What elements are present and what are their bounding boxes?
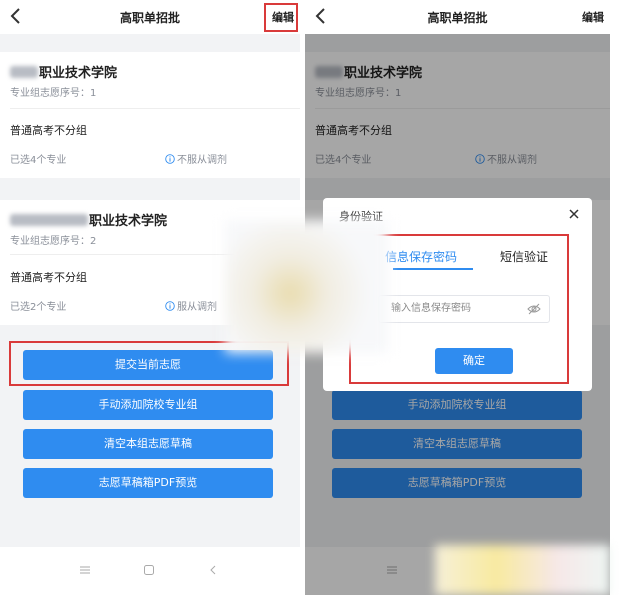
info-circle-icon [165,301,175,311]
selected-majors-count: 已选4个专业 [10,155,67,166]
group-order-label: 专业组志愿序号：1 [10,88,97,99]
blurred-region [225,220,388,353]
add-group-button[interactable]: 手动添加院校专业组 [23,390,273,420]
school-name: 职业技术学院 [10,210,167,229]
system-nav-bar [0,547,300,595]
menu-icon[interactable] [78,563,92,577]
adjust-status[interactable]: 服从调剂 [165,298,217,313]
top-bar: 高职单招批 编辑 [305,0,610,34]
page-title: 高职单招批 [119,11,180,25]
school-name: 职业技术学院 [10,62,117,81]
edit-highlight-box [264,3,298,32]
square-icon[interactable] [142,563,156,577]
divider [10,108,300,109]
school-name-redaction [10,214,88,226]
close-icon[interactable] [568,208,580,220]
adjust-status[interactable]: 不服从调剂 [165,151,227,166]
pdf-preview-button[interactable]: 志愿草稿箱PDF预览 [23,468,273,498]
group-order-label: 专业组志愿序号：2 [10,236,97,247]
info-circle-icon [165,154,175,164]
group-type: 普通高考不分组 [10,124,87,137]
back-triangle-icon[interactable] [206,563,220,577]
group-type: 普通高考不分组 [10,271,87,284]
edit-button[interactable]: 编辑 [582,9,604,25]
page-title: 高职单招批 [427,11,488,25]
blurred-region [435,545,610,595]
clear-draft-button[interactable]: 清空本组志愿草稿 [23,429,273,459]
school-card-1[interactable]: 职业技术学院 专业组志愿序号：1 普通高考不分组 已选4个专业 不服从调剂 [0,52,300,178]
top-bar: 高职单招批 编辑 [0,0,300,34]
selected-majors-count: 已选2个专业 [10,302,67,313]
school-name-redaction [10,66,38,78]
